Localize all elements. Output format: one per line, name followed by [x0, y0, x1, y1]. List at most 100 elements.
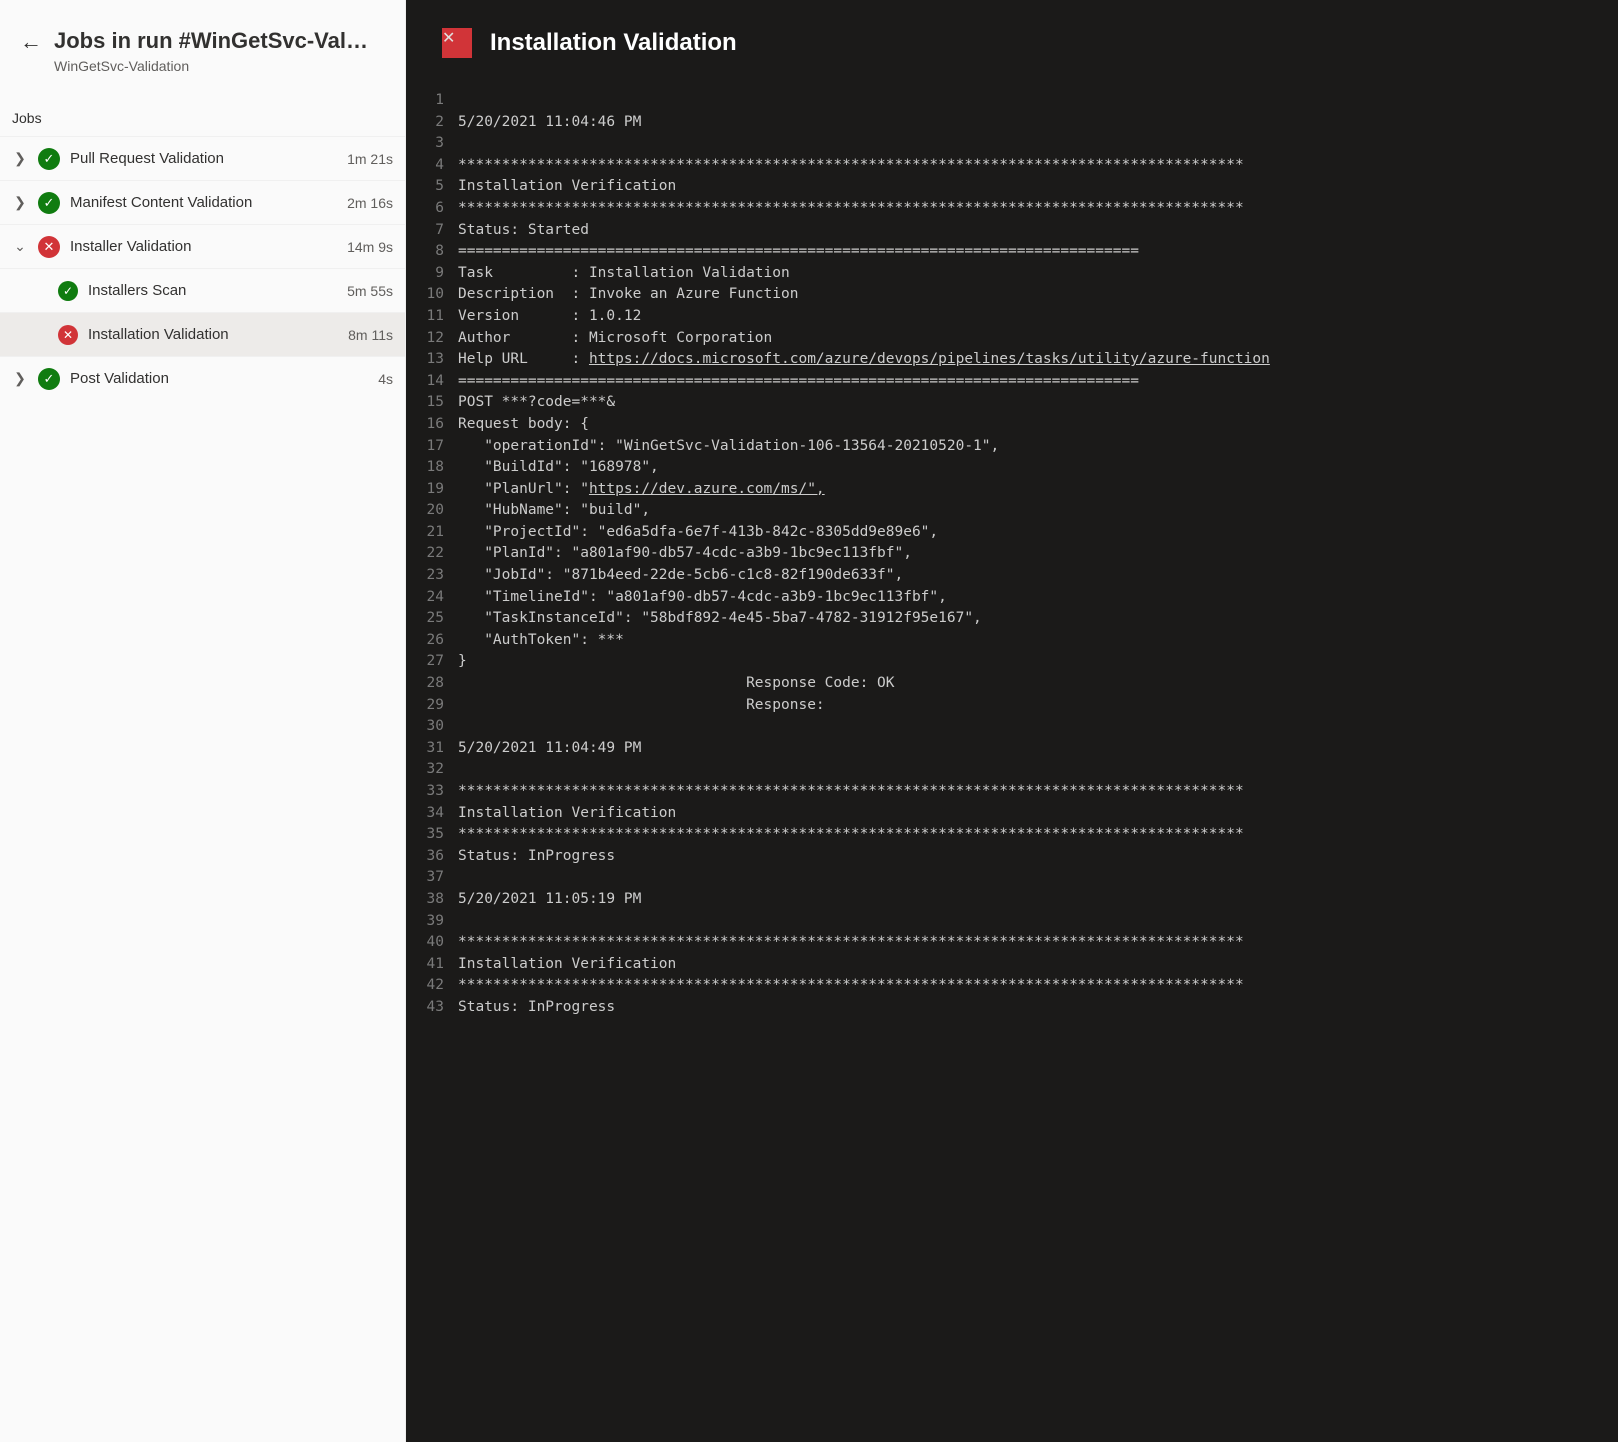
log-line: 43Status: InProgress [406, 997, 1618, 1019]
job-row-iv[interactable]: ⌄✕Installer Validation14m 9s [0, 224, 405, 268]
log-line: 12Author : Microsoft Corporation [406, 328, 1618, 350]
line-text: "AuthToken": *** [458, 630, 1612, 652]
job-label: Manifest Content Validation [70, 194, 337, 211]
log-line: 11Version : 1.0.12 [406, 306, 1618, 328]
line-text: Response Code: OK [458, 673, 1612, 695]
line-number: 22 [412, 543, 458, 565]
line-text: ========================================… [458, 371, 1612, 393]
job-row-pr[interactable]: ❯✓Pull Request Validation1m 21s [0, 136, 405, 180]
log-line: 20 "HubName": "build", [406, 500, 1618, 522]
step-duration: 8m 11s [348, 327, 393, 343]
log-line: 35**************************************… [406, 824, 1618, 846]
line-text: } [458, 651, 1612, 673]
line-number: 31 [412, 738, 458, 760]
jobs-sidebar: ← Jobs in run #WinGetSvc-Valida… WinGetS… [0, 0, 406, 1442]
line-text: "BuildId": "168978", [458, 457, 1612, 479]
jobs-section-label: Jobs [0, 92, 405, 136]
success-icon: ✓ [38, 192, 60, 214]
line-number: 43 [412, 997, 458, 1019]
line-text: ****************************************… [458, 198, 1612, 220]
log-viewer[interactable]: 125/20/2021 11:04:46 PM34***************… [406, 76, 1618, 1442]
line-number: 36 [412, 846, 458, 868]
fail-icon: ✕ [442, 28, 472, 58]
step-row-inst[interactable]: ✕Installation Validation8m 11s [0, 312, 405, 356]
line-number: 9 [412, 263, 458, 285]
log-line: 29 Response: [406, 695, 1618, 717]
job-row-mcv[interactable]: ❯ ✓ Manifest Content Validation 2m 16s [0, 180, 405, 224]
line-text: "HubName": "build", [458, 500, 1612, 522]
line-number: 30 [412, 716, 458, 738]
log-line: 19 "PlanUrl": "https://dev.azure.com/ms/… [406, 479, 1618, 501]
job-duration: 1m 21s [347, 151, 393, 167]
log-line: 33**************************************… [406, 781, 1618, 803]
line-text: ****************************************… [458, 824, 1612, 846]
job-row-post[interactable]: ❯✓Post Validation4s [0, 356, 405, 400]
log-line: 40**************************************… [406, 932, 1618, 954]
line-number: 13 [412, 349, 458, 371]
line-number: 4 [412, 155, 458, 177]
line-text: Version : 1.0.12 [458, 306, 1612, 328]
line-number: 40 [412, 932, 458, 954]
line-text: Task : Installation Validation [458, 263, 1612, 285]
line-text [458, 867, 1612, 889]
line-number: 8 [412, 241, 458, 263]
line-text: Installation Verification [458, 176, 1612, 198]
line-text: Status: InProgress [458, 846, 1612, 868]
job-duration: 14m 9s [347, 239, 393, 255]
line-text: Installation Verification [458, 954, 1612, 976]
line-number: 34 [412, 803, 458, 825]
line-number: 25 [412, 608, 458, 630]
line-text [458, 716, 1612, 738]
job-duration: 2m 16s [347, 195, 393, 211]
success-icon: ✓ [58, 281, 78, 301]
job-duration: 4s [378, 371, 393, 387]
chevron-right-icon: ❯ [12, 150, 28, 167]
sidebar-header: ← Jobs in run #WinGetSvc-Valida… WinGetS… [0, 0, 405, 92]
line-text: 5/20/2021 11:04:46 PM [458, 112, 1612, 134]
line-text: ========================================… [458, 241, 1612, 263]
log-line: 21 "ProjectId": "ed6a5dfa-6e7f-413b-842c… [406, 522, 1618, 544]
line-number: 12 [412, 328, 458, 350]
line-text: ****************************************… [458, 975, 1612, 997]
line-text: Status: InProgress [458, 997, 1612, 1019]
line-text [458, 90, 1612, 112]
log-line: 22 "PlanId": "a801af90-db57-4cdc-a3b9-1b… [406, 543, 1618, 565]
log-line: 18 "BuildId": "168978", [406, 457, 1618, 479]
line-number: 29 [412, 695, 458, 717]
line-number: 26 [412, 630, 458, 652]
log-line: 25/20/2021 11:04:46 PM [406, 112, 1618, 134]
line-text: "TimelineId": "a801af90-db57-4cdc-a3b9-1… [458, 587, 1612, 609]
job-label: Post Validation [70, 370, 368, 387]
log-line: 25 "TaskInstanceId": "58bdf892-4e45-5ba7… [406, 608, 1618, 630]
line-number: 11 [412, 306, 458, 328]
line-number: 14 [412, 371, 458, 393]
line-text: 5/20/2021 11:04:49 PM [458, 738, 1612, 760]
back-icon[interactable]: ← [20, 28, 42, 56]
line-number: 10 [412, 284, 458, 306]
step-duration: 5m 55s [347, 283, 393, 299]
line-text: "operationId": "WinGetSvc-Validation-106… [458, 436, 1612, 458]
log-line: 315/20/2021 11:04:49 PM [406, 738, 1618, 760]
line-text: "ProjectId": "ed6a5dfa-6e7f-413b-842c-83… [458, 522, 1612, 544]
log-line: 14======================================… [406, 371, 1618, 393]
line-text: "JobId": "871b4eed-22de-5cb6-c1c8-82f190… [458, 565, 1612, 587]
step-row-scan[interactable]: ✓Installers Scan5m 55s [0, 268, 405, 312]
line-number: 39 [412, 911, 458, 933]
page-title: Jobs in run #WinGetSvc-Valida… [54, 28, 374, 54]
log-line: 36Status: InProgress [406, 846, 1618, 868]
line-number: 2 [412, 112, 458, 134]
log-line: 26 "AuthToken": *** [406, 630, 1618, 652]
line-number: 27 [412, 651, 458, 673]
line-number: 20 [412, 500, 458, 522]
line-number: 6 [412, 198, 458, 220]
log-line: 385/20/2021 11:05:19 PM [406, 889, 1618, 911]
log-line: 3 [406, 133, 1618, 155]
line-text: Author : Microsoft Corporation [458, 328, 1612, 350]
chevron-right-icon: ❯ [12, 194, 28, 211]
log-line: 42**************************************… [406, 975, 1618, 997]
log-pane: ✕ Installation Validation 12 5/20/2021 11… [406, 0, 1618, 1442]
line-text: Description : Invoke an Azure Function [458, 284, 1612, 306]
line-text: Status: Started [458, 220, 1612, 242]
line-number: 15 [412, 392, 458, 414]
log-header: ✕ Installation Validation [406, 0, 1618, 76]
